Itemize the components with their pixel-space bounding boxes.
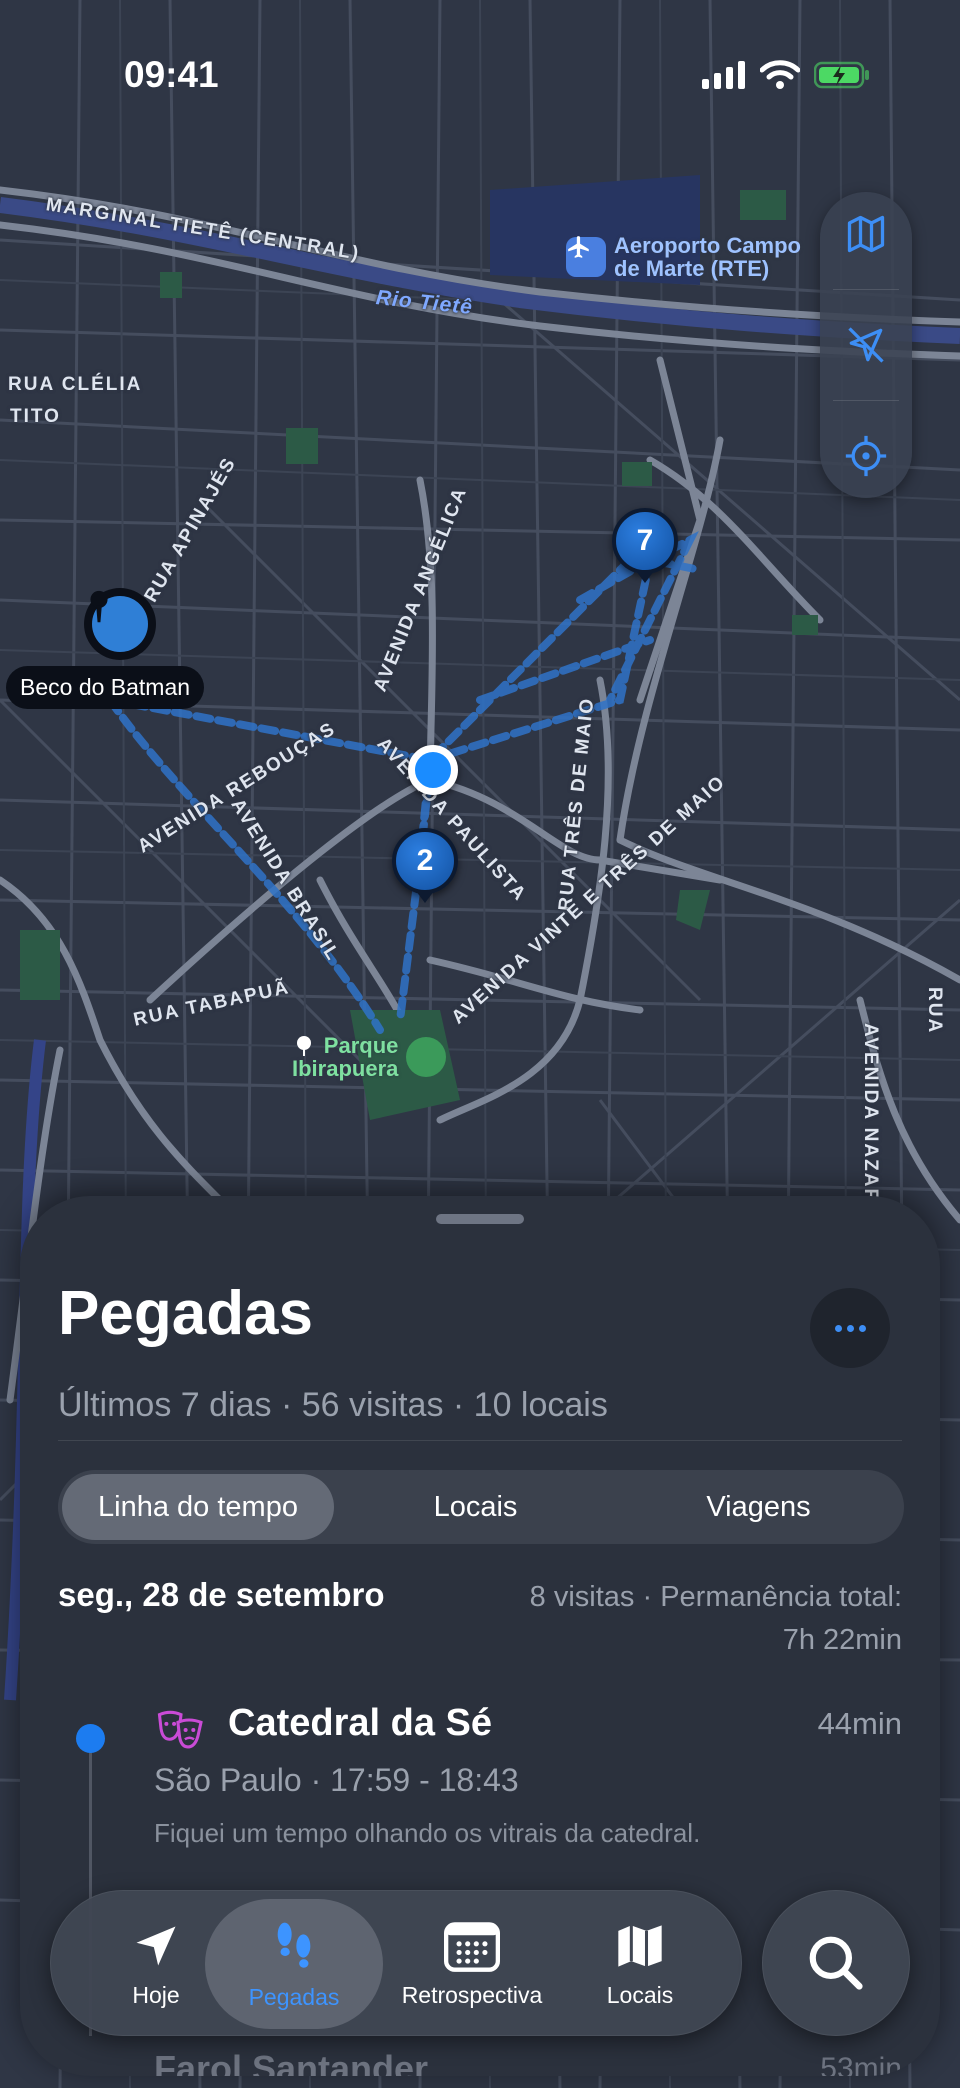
tab-retrospective[interactable]: Retrospectiva [383, 1899, 561, 2029]
street-label-rua-clelia: RUA CLÉLIA [8, 374, 143, 395]
visit-duration-next: 53min [820, 2052, 902, 2076]
day-meta: 8 visitas · Permanência total: 7h 22min [462, 1576, 902, 1662]
visit-name-next[interactable]: Farol Santander [154, 2048, 428, 2076]
signal-icon [702, 61, 745, 89]
tracking-mode-button[interactable] [836, 315, 896, 375]
visit-cluster-bottom[interactable]: 2 [392, 828, 458, 894]
poi-airport-line1: Aeroporto Campo [614, 233, 801, 258]
segment-trips[interactable]: Viagens [617, 1474, 900, 1540]
timeline-dot [76, 1724, 105, 1753]
segment-timeline[interactable]: Linha do tempo [62, 1474, 334, 1540]
tab-bar: Hoje Pegadas Retrospectiva Locais [50, 1890, 742, 2036]
ellipsis-icon [858, 1324, 866, 1332]
more-button[interactable] [810, 1288, 890, 1368]
controls-divider [833, 289, 899, 291]
map-controls [820, 192, 912, 498]
sheet-grabber[interactable] [436, 1214, 524, 1224]
search-icon [809, 1936, 863, 1990]
sheet-title: Pegadas [58, 1279, 314, 1348]
sheet-subtitle: Últimos 7 dias · 56 visitas · 10 locais [58, 1386, 608, 1424]
poi-park[interactable]: Parque Ibirapuera [292, 1034, 447, 1081]
user-location-dot [408, 745, 458, 795]
map-icon [847, 216, 885, 253]
status-time: 09:41 [124, 54, 219, 95]
search-button[interactable] [762, 1890, 910, 2036]
screen: MARGINAL TIETÊ (CENTRAL) Rio Tietê RUA C… [0, 0, 960, 2088]
street-label-tito: TITO [10, 406, 61, 427]
airplane-icon [566, 236, 606, 277]
crosshair-icon [845, 435, 887, 476]
ellipsis-icon [834, 1324, 842, 1332]
poi-airport-line2: de Marte (RTE) [614, 256, 770, 281]
segment-places[interactable]: Locais [334, 1474, 617, 1540]
tab-label: Pegadas [248, 1983, 340, 2010]
sheet-divider [58, 1440, 902, 1441]
visit-cluster-top[interactable]: 7 [612, 508, 678, 574]
day-meta-line2: 7h 22min [782, 1624, 902, 1656]
poi-park-line2: Ibirapuera [292, 1056, 399, 1081]
tab-label: Retrospectiva [401, 1981, 543, 2008]
location-slash-icon [848, 327, 884, 363]
visit-note: Fiquei um tempo olhando os vitrais da ca… [154, 1818, 701, 1848]
street-label-nazare: AVENIDA NAZARÉ [860, 1023, 881, 1219]
view-segmented-control: Linha do tempo Locais Viagens [58, 1470, 904, 1544]
calendar-icon [444, 1921, 500, 1972]
day-meta-line1: 8 visitas · Permanência total: [529, 1581, 902, 1613]
recenter-button[interactable] [836, 426, 896, 486]
tab-footprints[interactable]: Pegadas [205, 1899, 383, 2029]
day-title: seg., 28 de setembro [58, 1576, 385, 1613]
tab-label: Locais [606, 1981, 674, 2008]
theater-masks-icon [156, 1710, 206, 1755]
map-icon [618, 1924, 662, 1967]
tab-label: Hoje [132, 1981, 180, 2008]
map-mode-button[interactable] [836, 204, 896, 264]
visit-place-time: São Paulo · 17:59 - 18:43 [154, 1762, 519, 1798]
ellipsis-icon [846, 1324, 854, 1332]
controls-divider [833, 399, 899, 401]
poi-airport[interactable]: Aeroporto Campo de Marte (RTE) [566, 234, 801, 280]
visit-name[interactable]: Catedral da Sé [228, 1702, 492, 1745]
tab-places[interactable]: Locais [551, 1899, 729, 2029]
pin-label[interactable]: Beco do Batman [6, 666, 205, 709]
visit-duration: 44min [817, 1706, 902, 1741]
footprints-icon [277, 1922, 311, 1968]
keyhole-icon [90, 590, 148, 652]
street-label-rua-right: RUA [924, 987, 945, 1035]
tree-icon [297, 1036, 447, 1077]
status-icons [702, 60, 870, 90]
location-pin[interactable] [84, 588, 156, 660]
battery-charging-icon [814, 61, 869, 89]
location-arrow-icon [136, 1926, 176, 1965]
wifi-icon [760, 60, 800, 89]
